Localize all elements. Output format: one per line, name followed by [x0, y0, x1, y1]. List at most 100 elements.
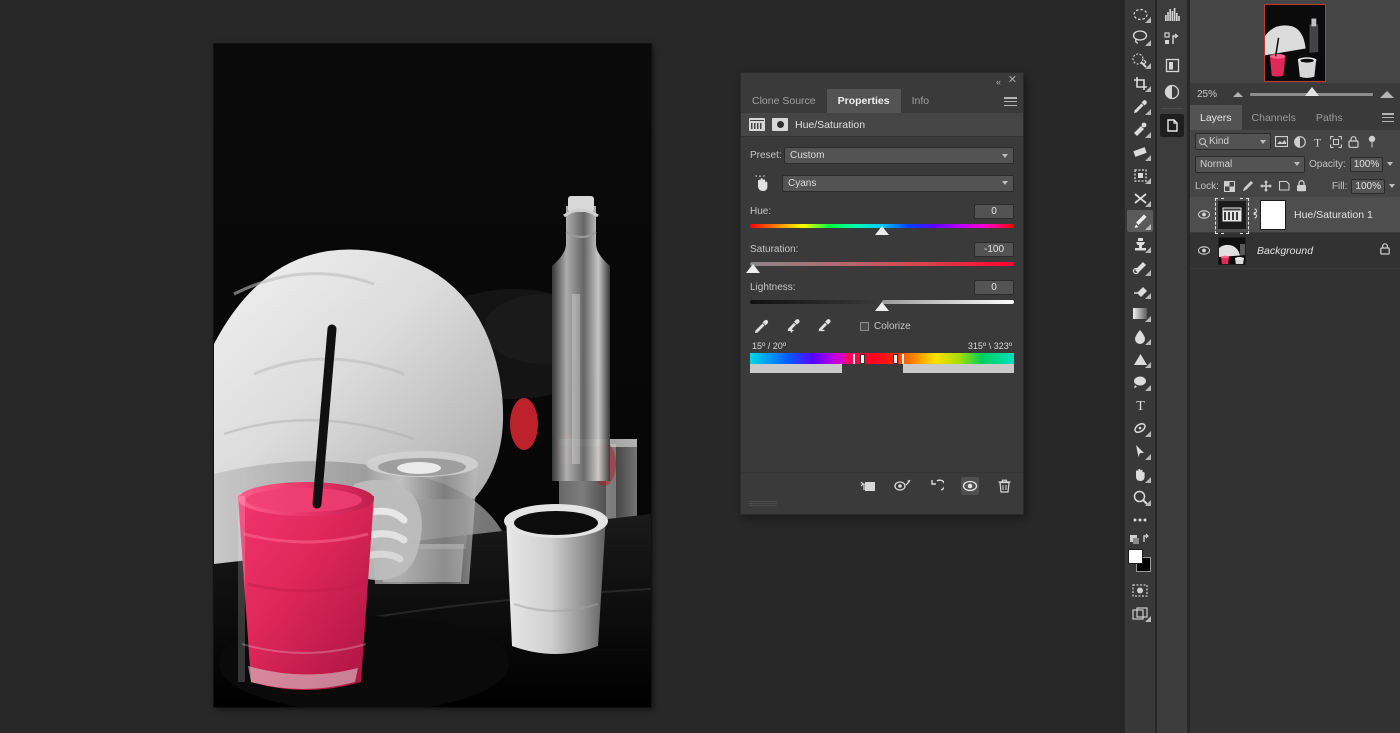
- color-range-bar[interactable]: [750, 353, 1014, 375]
- hand-tool[interactable]: [1127, 463, 1153, 485]
- layer-mask-thumbnail[interactable]: [1260, 199, 1286, 230]
- tab-clone-source[interactable]: Clone Source: [741, 89, 827, 113]
- lock-image-icon[interactable]: [1241, 179, 1255, 193]
- lock-position-icon[interactable]: [1259, 179, 1273, 193]
- lock-transparency-icon[interactable]: [1223, 179, 1237, 193]
- delete-adjustment-icon[interactable]: [995, 477, 1013, 495]
- red-eye-tool[interactable]: [1127, 187, 1153, 209]
- filter-kind-select[interactable]: Kind: [1195, 133, 1271, 150]
- filter-pixel-icon[interactable]: [1274, 134, 1289, 149]
- filter-adjustment-icon[interactable]: [1292, 134, 1307, 149]
- layer-filter-row[interactable]: Kind T: [1190, 130, 1400, 153]
- navigator-zoom-bar[interactable]: 25%: [1190, 83, 1400, 105]
- saturation-value-field[interactable]: -100: [974, 242, 1014, 257]
- eraser-tool[interactable]: [1127, 279, 1153, 301]
- layer-visibility-toggle[interactable]: [1193, 210, 1215, 219]
- properties-panel-resize-grip[interactable]: [741, 498, 1023, 514]
- brush-tool[interactable]: [1127, 210, 1153, 232]
- history-panel-icon[interactable]: [1160, 28, 1184, 51]
- colorize-checkbox[interactable]: [860, 322, 869, 331]
- lightness-slider-track[interactable]: [750, 300, 1014, 311]
- content-aware-move-tool[interactable]: [1127, 164, 1153, 186]
- swap-colors-control[interactable]: [1127, 532, 1153, 546]
- eyedropper-tool[interactable]: [1127, 95, 1153, 117]
- zoom-slider[interactable]: [1250, 86, 1373, 96]
- layer-comps-panel-icon[interactable]: [1160, 54, 1184, 77]
- table-row[interactable]: Background: [1190, 233, 1400, 269]
- fill-field[interactable]: 100%: [1351, 178, 1385, 194]
- lock-artboard-icon[interactable]: [1277, 179, 1291, 193]
- patch-tool[interactable]: [1127, 141, 1153, 163]
- preset-row[interactable]: Preset: Custom: [750, 147, 1014, 164]
- blend-mode-select[interactable]: Normal: [1195, 155, 1305, 173]
- zoom-out-icon[interactable]: [1233, 91, 1243, 97]
- filter-shape-icon[interactable]: [1328, 134, 1343, 149]
- navigator-panel[interactable]: 25%: [1190, 0, 1400, 105]
- close-icon[interactable]: ✕: [1008, 75, 1017, 86]
- range-end-handle[interactable]: [892, 354, 898, 364]
- eyedropper-row[interactable]: Colorize: [753, 318, 1014, 335]
- link-icon[interactable]: [1249, 207, 1260, 223]
- tab-paths[interactable]: Paths: [1305, 105, 1353, 130]
- hue-slider-track[interactable]: [750, 224, 1014, 235]
- table-row[interactable]: Hue/Saturation 1: [1190, 197, 1400, 234]
- properties-footer[interactable]: [741, 472, 1023, 498]
- lasso-tool[interactable]: [1127, 26, 1153, 48]
- hue-value-field[interactable]: 0: [974, 204, 1014, 219]
- opacity-chevron-down-icon[interactable]: [1387, 162, 1394, 166]
- pen-tool[interactable]: [1127, 371, 1153, 393]
- lightness-slider-block[interactable]: Lightness: 0: [750, 280, 1014, 311]
- filter-type-icon[interactable]: T: [1310, 134, 1325, 149]
- properties-panel-icon[interactable]: [1160, 114, 1184, 137]
- crop-tool[interactable]: [1127, 72, 1153, 94]
- histogram-panel-icon[interactable]: [1160, 2, 1184, 25]
- panel-menu-icon[interactable]: [1004, 97, 1017, 106]
- preset-select[interactable]: Custom: [784, 147, 1014, 164]
- zoom-tool[interactable]: [1127, 486, 1153, 508]
- tab-info[interactable]: Info: [900, 89, 941, 113]
- properties-panel-titlebar[interactable]: « ✕: [741, 73, 1023, 89]
- hue-slider-block[interactable]: Hue: 0: [750, 204, 1014, 235]
- eyedropper-add-icon[interactable]: [784, 318, 801, 335]
- adjustments-panel-icon[interactable]: [1160, 80, 1184, 103]
- tab-properties[interactable]: Properties: [826, 89, 901, 113]
- tab-layers[interactable]: Layers: [1190, 105, 1242, 130]
- saturation-slider-thumb[interactable]: [745, 264, 760, 273]
- tab-channels[interactable]: Channels: [1241, 105, 1306, 130]
- dodge-tool[interactable]: [1127, 348, 1153, 370]
- eyedropper-subtract-icon[interactable]: [815, 318, 832, 335]
- quick-mask-icon[interactable]: [1127, 579, 1153, 601]
- range-fall-start-tick[interactable]: [852, 354, 855, 364]
- screen-mode-icon[interactable]: [1127, 602, 1153, 624]
- filter-toggle-icon[interactable]: [1364, 134, 1379, 149]
- saturation-slider-track[interactable]: [745, 262, 1014, 273]
- navigator-thumbnail[interactable]: [1264, 4, 1326, 82]
- blend-mode-row[interactable]: Normal Opacity: 100%: [1190, 153, 1400, 175]
- panel-menu-icon[interactable]: [1382, 113, 1394, 122]
- direct-selection-tool[interactable]: [1127, 440, 1153, 462]
- layer-visibility-toggle[interactable]: [1193, 246, 1215, 255]
- lock-all-icon[interactable]: [1295, 179, 1309, 193]
- toggle-layer-visibility-icon[interactable]: [961, 476, 979, 495]
- color-range-section[interactable]: 15º / 20º 315º \ 323º: [750, 341, 1014, 375]
- clip-to-layer-icon[interactable]: [859, 477, 877, 495]
- lock-row[interactable]: Lock: Fill: 100%: [1190, 175, 1400, 197]
- lightness-slider-thumb[interactable]: [875, 302, 889, 311]
- properties-panel-tabs[interactable]: Clone Source Properties Info: [741, 89, 1023, 113]
- mask-icon[interactable]: [772, 118, 788, 131]
- layers-panel-tabs[interactable]: Layers Channels Paths: [1190, 105, 1400, 130]
- quick-selection-tool[interactable]: [1127, 49, 1153, 71]
- history-brush-tool[interactable]: [1127, 256, 1153, 278]
- type-tool[interactable]: T: [1127, 394, 1153, 416]
- foreground-background-colors[interactable]: [1127, 549, 1153, 573]
- reset-adjustment-icon[interactable]: [927, 477, 945, 495]
- hue-slider-thumb[interactable]: [875, 226, 889, 235]
- colorize-control[interactable]: Colorize: [860, 321, 911, 332]
- tools-toolbar[interactable]: T: [1125, 0, 1155, 733]
- lightness-value-field[interactable]: 0: [974, 280, 1014, 295]
- properties-panel[interactable]: « ✕ Clone Source Properties Info Hue/Sat…: [740, 72, 1024, 515]
- eyedropper-icon[interactable]: [753, 318, 770, 335]
- opacity-field[interactable]: 100%: [1349, 156, 1384, 172]
- gradient-tool[interactable]: [1127, 302, 1153, 324]
- panel-dock-strip[interactable]: [1157, 0, 1187, 733]
